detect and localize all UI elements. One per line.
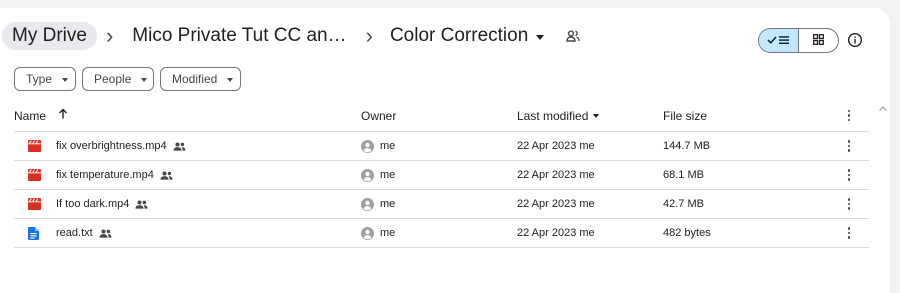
sort-ascending-arrow-icon[interactable] [58, 108, 68, 122]
modified-filter-chip[interactable]: Modified [160, 67, 241, 91]
drive-main-panel: My Drive › Mico Private Tut CC an… › Col… [0, 8, 890, 293]
last-modified-cell: 22 Apr 2023 me [517, 140, 595, 152]
modified-filter-label: Modified [172, 72, 218, 86]
file-name-cell: If too dark.mp4 [14, 190, 148, 218]
scrollbar-up-arrow-icon[interactable] [879, 98, 887, 116]
name-column-header[interactable]: Name [14, 100, 46, 131]
file-size-column-header[interactable]: File size [663, 100, 707, 131]
last-modified-column-header[interactable]: Last modified [517, 100, 600, 131]
table-row[interactable]: If too dark.mp4 me 22 Apr 2023 me 42.7 M… [14, 190, 869, 219]
shared-people-icon [99, 229, 112, 238]
shared-folder-icon[interactable] [566, 30, 580, 42]
info-icon[interactable] [847, 32, 863, 48]
more-actions-icon[interactable] [844, 161, 854, 189]
grid-icon [813, 32, 824, 50]
breadcrumb-parent-folder[interactable]: Mico Private Tut CC an… [122, 22, 356, 50]
owner-column-header[interactable]: Owner [361, 100, 396, 131]
more-actions-icon[interactable] [844, 132, 854, 160]
table-row[interactable]: fix overbrightness.mp4 me 22 Apr 2023 me… [14, 132, 869, 161]
breadcrumb-current-folder[interactable]: Color Correction [382, 22, 552, 50]
type-filter-chip[interactable]: Type [14, 67, 76, 91]
avatar [361, 226, 374, 240]
file-name[interactable]: read.txt [56, 227, 93, 239]
owner-cell: me [361, 132, 395, 160]
more-actions-icon[interactable] [844, 190, 854, 218]
breadcrumb: My Drive › Mico Private Tut CC an… › Col… [2, 19, 580, 53]
more-actions-icon[interactable] [844, 219, 854, 247]
current-folder-label: Color Correction [389, 25, 529, 46]
file-size-cell: 482 bytes [663, 227, 711, 239]
file-size-cell: 144.7 MB [663, 140, 711, 152]
table-row[interactable]: fix temperature.mp4 me 22 Apr 2023 me 68… [14, 161, 869, 190]
last-modified-cell: 22 Apr 2023 me [517, 227, 595, 239]
table-row[interactable]: read.txt me 22 Apr 2023 me 482 bytes [14, 219, 869, 248]
owner-cell: me [361, 161, 395, 189]
owner-cell: me [361, 219, 395, 247]
video-file-icon [28, 168, 42, 182]
filter-chips: Type People Modified [14, 67, 241, 91]
chevron-down-icon [227, 78, 234, 82]
owner-name: me [380, 140, 396, 152]
chevron-down-icon [62, 78, 69, 82]
list-view-button[interactable] [759, 29, 799, 52]
check-list-icon [766, 32, 791, 50]
breadcrumb-separator-icon: › [105, 23, 114, 48]
view-toggle [758, 28, 839, 53]
video-file-icon [28, 197, 42, 211]
owner-name: me [380, 227, 396, 239]
column-options-more-icon[interactable] [844, 100, 854, 131]
file-name[interactable]: If too dark.mp4 [56, 198, 129, 210]
grid-view-button[interactable] [799, 29, 838, 52]
file-size-cell: 68.1 MB [663, 169, 704, 181]
shared-people-icon [160, 171, 173, 180]
last-modified-cell: 22 Apr 2023 me [517, 169, 595, 181]
chevron-down-icon [141, 78, 148, 82]
avatar [361, 139, 374, 153]
shared-people-icon [135, 200, 148, 209]
type-filter-label: Type [26, 72, 53, 86]
file-name[interactable]: fix temperature.mp4 [56, 169, 154, 181]
chevron-down-icon [536, 34, 545, 40]
last-modified-cell: 22 Apr 2023 me [517, 198, 595, 210]
sort-dropdown-caret-icon [593, 113, 600, 118]
people-filter-label: People [94, 72, 132, 86]
breadcrumb-my-drive[interactable]: My Drive [2, 22, 97, 50]
video-file-icon [28, 139, 42, 153]
file-name-cell: fix temperature.mp4 [14, 161, 173, 189]
owner-cell: me [361, 190, 395, 218]
avatar [361, 168, 374, 182]
breadcrumb-separator-icon: › [365, 23, 373, 48]
shared-people-icon [173, 142, 186, 151]
file-name[interactable]: fix overbrightness.mp4 [56, 140, 167, 152]
owner-name: me [380, 198, 396, 210]
last-modified-label: Last modified [517, 108, 589, 123]
text-document-icon [28, 226, 42, 240]
file-name-cell: fix overbrightness.mp4 [14, 132, 186, 160]
file-table: Name Owner Last modified File size fix o… [14, 100, 869, 248]
file-size-cell: 42.7 MB [663, 198, 704, 210]
avatar [361, 197, 374, 211]
owner-name: me [380, 169, 396, 181]
table-header: Name Owner Last modified File size [14, 100, 869, 132]
file-name-cell: read.txt [14, 219, 112, 247]
people-filter-chip[interactable]: People [82, 67, 154, 91]
